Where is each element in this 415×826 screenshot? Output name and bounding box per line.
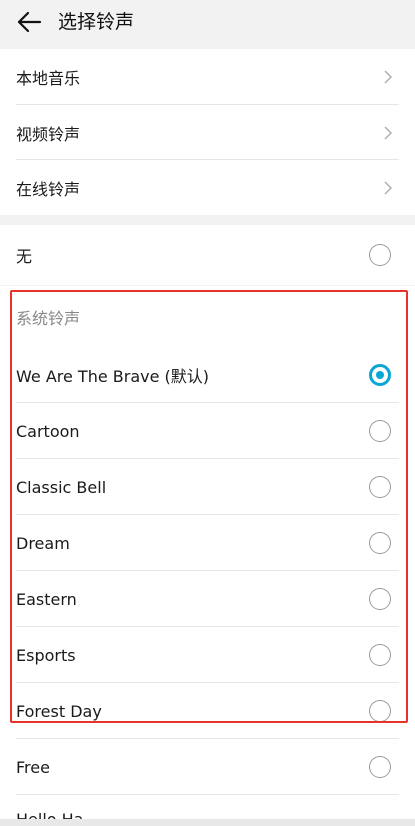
page-title: 选择铃声 <box>58 11 135 33</box>
source-item-local-music[interactable]: 本地音乐 <box>16 49 399 105</box>
ringtone-label: Forest Day <box>16 701 102 721</box>
ringtone-option-none[interactable]: 无 <box>16 225 399 285</box>
radio-button[interactable] <box>369 244 391 266</box>
ringtone-item[interactable]: Dream <box>16 515 399 571</box>
title-bar: 选择铃声 <box>0 0 415 44</box>
source-item-label: 视频铃声 <box>16 124 81 144</box>
source-item-label: 在线铃声 <box>16 179 81 199</box>
ringtone-item[interactable]: Free <box>16 739 399 795</box>
chevron-right-icon <box>384 125 393 140</box>
ringtone-label: Esports <box>16 645 76 665</box>
chevron-right-icon <box>384 70 393 84</box>
radio-button[interactable] <box>369 644 391 666</box>
radio-button[interactable] <box>369 756 391 778</box>
ringtone-item[interactable]: We Are The Brave (默认) <box>16 347 399 403</box>
ringtone-label: Eastern <box>16 589 77 609</box>
radio-button[interactable] <box>369 532 391 554</box>
back-arrow-icon[interactable] <box>16 10 42 34</box>
ringtone-label: We Are The Brave (默认) <box>16 367 210 386</box>
source-item-video-ringtone[interactable]: 视频铃声 <box>16 105 399 160</box>
section-title-system-ringtones: 系统铃声 <box>16 309 81 328</box>
ringtone-label: Cartoon <box>16 421 80 441</box>
bottom-edge <box>0 819 415 826</box>
radio-button[interactable] <box>369 476 391 498</box>
ringtone-item[interactable]: Forest Day <box>16 683 399 739</box>
ringtone-label: Free <box>16 757 50 777</box>
option-label: 无 <box>16 247 33 266</box>
ringtone-item[interactable]: Esports <box>16 627 399 683</box>
chevron-right-icon <box>384 180 393 195</box>
ringtone-item[interactable]: Classic Bell <box>16 459 399 515</box>
radio-button-selected[interactable] <box>369 364 391 386</box>
radio-button[interactable] <box>369 588 391 610</box>
source-item-online-ringtone[interactable]: 在线铃声 <box>16 160 399 215</box>
source-item-label: 本地音乐 <box>16 69 81 88</box>
radio-button[interactable] <box>369 420 391 442</box>
ringtone-label: Classic Bell <box>16 477 107 497</box>
radio-button[interactable] <box>369 700 391 722</box>
ringtone-item[interactable]: Cartoon <box>16 403 399 459</box>
ringtone-item[interactable]: Eastern <box>16 571 399 627</box>
divider <box>16 794 399 795</box>
ringtone-label-partial: Hello Ha <box>16 810 83 819</box>
ringtone-label: Dream <box>16 533 70 553</box>
